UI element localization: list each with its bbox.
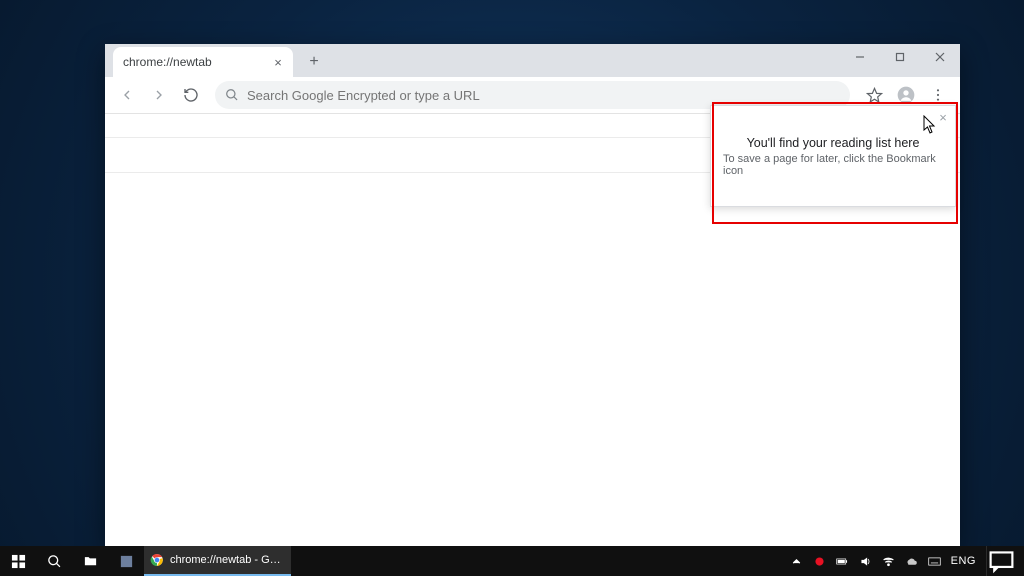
- back-button[interactable]: [113, 81, 141, 109]
- tray-chevron-icon[interactable]: [790, 555, 803, 568]
- tab-title: chrome://newtab: [123, 55, 271, 69]
- forward-button[interactable]: [145, 81, 173, 109]
- tray-wifi-icon[interactable]: [882, 555, 895, 568]
- taskbar-left: chrome://newtab - G…: [0, 546, 291, 576]
- maximize-button[interactable]: [880, 44, 920, 69]
- start-button[interactable]: [0, 546, 36, 576]
- new-tab-button[interactable]: +: [301, 49, 327, 75]
- close-window-button[interactable]: [920, 44, 960, 69]
- tray-recording-icon[interactable]: [813, 555, 826, 568]
- chrome-window: chrome://newtab × +: [105, 44, 960, 548]
- search-icon: [225, 88, 239, 102]
- taskbar-chrome-label: chrome://newtab - G…: [170, 554, 281, 566]
- browser-tab[interactable]: chrome://newtab ×: [113, 47, 293, 77]
- minimize-button[interactable]: [840, 44, 880, 69]
- tray-battery-icon[interactable]: [836, 555, 849, 568]
- popup-title: You'll find your reading list here: [747, 136, 920, 150]
- tray-keyboard-icon[interactable]: [928, 555, 941, 568]
- window-controls: [840, 44, 960, 69]
- search-button[interactable]: [36, 546, 72, 576]
- taskbar-app-button[interactable]: [108, 546, 144, 576]
- tray-onedrive-icon[interactable]: [905, 555, 918, 568]
- omnibox-input[interactable]: [247, 88, 840, 103]
- close-tab-icon[interactable]: ×: [271, 55, 285, 69]
- popup-subtitle: To save a page for later, click the Book…: [723, 153, 943, 177]
- taskbar-chrome-task[interactable]: chrome://newtab - G…: [144, 546, 291, 576]
- action-center-button[interactable]: [986, 546, 1016, 576]
- titlebar: chrome://newtab × +: [105, 44, 960, 77]
- tray-volume-icon[interactable]: [859, 555, 872, 568]
- windows-taskbar: chrome://newtab - G… ENG: [0, 546, 1024, 576]
- file-explorer-button[interactable]: [72, 546, 108, 576]
- language-indicator[interactable]: ENG: [951, 555, 976, 567]
- system-tray: ENG: [782, 546, 1024, 576]
- reading-list-popup: × You'll find your reading list here To …: [710, 105, 956, 207]
- reload-button[interactable]: [177, 81, 205, 109]
- chrome-icon: [150, 553, 164, 567]
- close-popup-button[interactable]: ×: [935, 109, 951, 125]
- mouse-cursor: [923, 115, 937, 135]
